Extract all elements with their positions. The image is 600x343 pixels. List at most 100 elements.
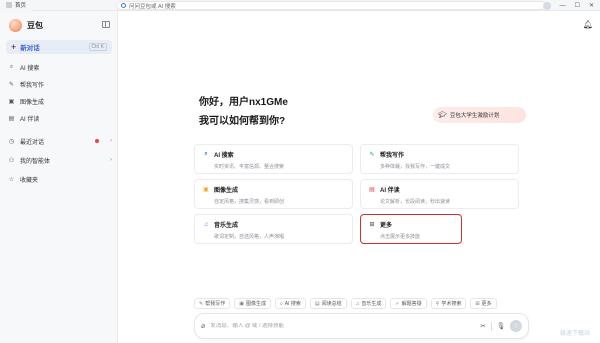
card-desc: 歌词定制，自选风格，人声演唱 xyxy=(214,234,285,240)
more-icon: ⊞ xyxy=(475,300,480,307)
sidebar-item-writing[interactable]: ✎ 帮我写作 xyxy=(8,78,112,90)
academic-icon: ⚲ xyxy=(435,300,440,307)
scissors-icon[interactable]: ✂ xyxy=(480,322,485,330)
sidebar-item-ai-search[interactable]: ⌕ AI 搜索 xyxy=(8,61,112,73)
sidebar-item-label: 帮我写作 xyxy=(20,82,45,89)
message-composer: ⌀ ✂ 🎙︎ ↑ xyxy=(194,313,529,339)
chip-more[interactable]: ⊞ 更多 xyxy=(470,298,497,309)
chip-label: 帮我写作 xyxy=(205,301,226,307)
music-icon: ♫ xyxy=(355,300,360,307)
skill-card-writing[interactable]: ✎ 帮我写作 多种体裁，找我写作，一键成文 xyxy=(360,144,519,174)
card-title: 更多 xyxy=(380,223,393,229)
chip-music-gen[interactable]: ♫ 音乐生成 xyxy=(350,298,387,309)
skill-card-more[interactable]: ⊞ 更多 点击展示更多技能 xyxy=(360,214,462,244)
clock-icon: ◷ xyxy=(8,138,15,145)
sidebar-item-label: 我的智能体 xyxy=(20,158,51,165)
skill-card-music-gen[interactable]: ♫ 音乐生成 歌词定制，自选风格，人声演唱 xyxy=(194,214,353,244)
image-icon: ▣ xyxy=(8,98,15,105)
pen-icon: ✎ xyxy=(8,81,15,88)
address-text: 问问豆包或 AI 搜索 xyxy=(129,3,176,10)
chip-label: 解题答疑 xyxy=(401,301,422,307)
maximize-icon[interactable]: ☐ xyxy=(575,2,580,9)
agent-icon: ⚇ xyxy=(8,157,15,164)
quick-skill-chips: ✎ 帮我写作 ▣ 图像生成 ⌕ AI 搜索 ▤ 阅读总结 ♫ 音乐生成 ✓ 解题答疑 ⚲ 学术… xyxy=(194,298,497,309)
pen-icon: ✎ xyxy=(369,152,375,158)
greeting-prompt: 我可以如何帮到你? xyxy=(199,116,286,127)
solve-icon: ✓ xyxy=(395,300,400,307)
new-chat-shortcut: Ctrl K xyxy=(88,43,107,51)
music-icon: ♫ xyxy=(203,221,209,228)
watermark: 极速下载站 xyxy=(559,331,590,337)
skill-card-ai-search[interactable]: ⌕ AI 搜索 实时资讯、丰富信源、整合搜索 xyxy=(194,144,353,174)
sidebar-collapse-icon[interactable] xyxy=(102,21,110,28)
chip-ai-search[interactable]: ⌕ AI 搜索 xyxy=(274,298,306,309)
chip-label: 音乐生成 xyxy=(361,301,382,307)
attachment-icon[interactable]: ⌀ xyxy=(201,322,205,330)
brand: 豆包 xyxy=(9,19,43,32)
sidebar-item-ai-reading[interactable]: ▤ AI 伴读 xyxy=(8,112,112,124)
sidebar: 豆包 + 新对话 Ctrl K ⌕ AI 搜索 ✎ 帮我写作 ▣ 图像生成 ▤ … xyxy=(0,11,118,343)
microphone-icon[interactable]: 🎙︎ xyxy=(497,322,505,330)
greeting-title: 你好，用户nx1GMe xyxy=(199,97,288,108)
home-tab-icon xyxy=(6,2,12,8)
image-icon: ▣ xyxy=(203,187,209,193)
sidebar-item-label: 收藏夹 xyxy=(20,177,39,184)
chip-reading-summary[interactable]: ▤ 阅读总结 xyxy=(309,298,347,309)
student-promo-banner[interactable]: 🎓︎ 豆包大学生激励计划 xyxy=(433,107,526,123)
card-desc: 实时资讯、丰富信源、整合搜索 xyxy=(214,164,285,170)
tab-home[interactable]: 首页 xyxy=(0,0,33,11)
sidebar-item-my-agents[interactable]: ⚇ 我的智能体 › xyxy=(8,154,112,166)
minimize-icon[interactable]: — xyxy=(560,3,566,9)
sidebar-item-recent[interactable]: ◷ 最近对话 › xyxy=(8,135,112,147)
tab-label: 首页 xyxy=(15,3,27,9)
chip-image-gen[interactable]: ▣ 图像生成 xyxy=(234,298,271,309)
card-desc: 多种体裁，找我写作，一键成文 xyxy=(380,164,451,170)
chip-solve[interactable]: ✓ 解题答疑 xyxy=(390,298,427,309)
chip-academic-search[interactable]: ⚲ 学术搜索 xyxy=(430,298,467,309)
promo-text: 豆包大学生激励计划 xyxy=(449,113,500,119)
pen-icon: ✎ xyxy=(199,300,204,307)
card-title: 音乐生成 xyxy=(214,223,239,229)
read-icon: ▤ xyxy=(8,115,15,122)
card-title: AI 搜索 xyxy=(214,153,234,159)
bell-icon[interactable]: 🔔︎ xyxy=(583,20,593,29)
skill-card-image-gen[interactable]: ▣ 图像生成 自定风格，搜集灵感，看到即创 xyxy=(194,179,353,209)
sidebar-item-image-gen[interactable]: ▣ 图像生成 xyxy=(8,95,112,107)
new-chat-label: 新对话 xyxy=(20,45,40,52)
star-icon: ☆ xyxy=(8,176,15,183)
sidebar-item-label: AI 搜索 xyxy=(20,65,40,72)
plus-icon: + xyxy=(11,41,17,52)
card-title: AI 伴读 xyxy=(380,188,400,194)
user-avatar[interactable] xyxy=(542,1,551,10)
image-icon: ▣ xyxy=(239,300,244,307)
chevron-right-icon: › xyxy=(110,157,112,163)
sidebar-item-favorites[interactable]: ☆ 收藏夹 xyxy=(8,173,112,185)
chip-label: AI 搜索 xyxy=(284,301,301,307)
chip-writing[interactable]: ✎ 帮我写作 xyxy=(194,298,231,309)
search-icon: ⌕ xyxy=(204,151,208,157)
sidebar-item-label: AI 伴读 xyxy=(20,116,40,123)
skill-card-ai-reading[interactable]: ▤ AI 伴读 论文解析，长段阅读，秒出速读 xyxy=(360,179,519,209)
search-icon xyxy=(121,3,126,8)
send-button[interactable]: ↑ xyxy=(510,320,522,332)
sidebar-item-label: 图像生成 xyxy=(20,99,45,106)
main-area: 🔔︎ 你好，用户nx1GMe 我可以如何帮到你? 🎓︎ 豆包大学生激励计划 ⌕ A… xyxy=(119,11,600,343)
sidebar-item-label: 最近对话 xyxy=(20,139,45,146)
card-desc: 自定风格，搜集灵感，看到即创 xyxy=(214,199,285,205)
address-bar[interactable]: 问问豆包或 AI 搜索 xyxy=(116,1,546,10)
message-input[interactable] xyxy=(210,323,476,329)
chip-label: 图像生成 xyxy=(245,301,266,307)
chevron-right-icon: › xyxy=(110,138,112,144)
close-icon[interactable]: ✕ xyxy=(589,2,594,9)
read-icon: ▤ xyxy=(369,187,375,193)
read-icon: ▤ xyxy=(314,300,320,307)
graduation-cap-icon: 🎓︎ xyxy=(438,112,447,119)
brand-name: 豆包 xyxy=(27,21,43,30)
card-title: 帮我写作 xyxy=(380,153,405,159)
title-bar: 首页 问问豆包或 AI 搜索 — ☐ ✕ xyxy=(0,0,600,11)
unread-dot xyxy=(95,139,99,143)
chip-label: 更多 xyxy=(481,301,492,307)
card-desc: 点击展示更多技能 xyxy=(380,234,421,240)
new-chat-button[interactable]: + 新对话 Ctrl K xyxy=(6,40,112,54)
divider xyxy=(490,321,492,331)
